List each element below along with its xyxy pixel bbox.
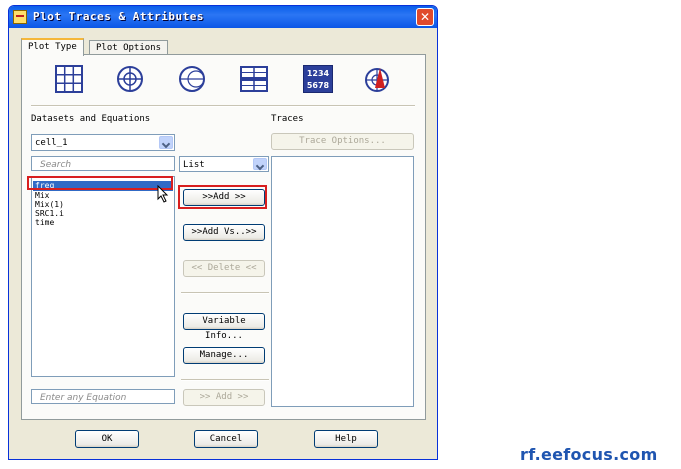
polar-plot-button[interactable] [113, 62, 147, 96]
data-list-icon-line2: 5678 [306, 81, 330, 90]
middle-separator [181, 292, 269, 294]
watermark: rf.eefocus.com [520, 445, 658, 464]
plot-traces-dialog: Plot Traces & Attributes ✕ Plot Type Plo… [8, 5, 438, 460]
data-list-icon: 1234 5678 [303, 65, 333, 93]
list-item-time[interactable]: time [33, 218, 54, 228]
app-icon [13, 10, 27, 24]
smith-chart-button[interactable] [175, 62, 209, 96]
tab-plot-type[interactable]: Plot Type [21, 38, 84, 56]
data-list-button[interactable]: 1234 5678 [301, 62, 335, 96]
equation-separator [181, 379, 269, 381]
equation-input[interactable]: Enter any Equation [31, 389, 175, 404]
equation-placeholder: Enter any Equation [40, 393, 127, 403]
ok-button[interactable]: OK [75, 430, 139, 448]
view-mode-dropdown-icon[interactable] [253, 158, 267, 170]
rectangular-plot-button[interactable] [52, 62, 86, 96]
window-title: Plot Traces & Attributes [33, 10, 204, 23]
polar-plot-icon [117, 66, 143, 92]
search-placeholder: Search [40, 160, 72, 170]
stacked-plot-icon [240, 66, 268, 92]
search-input[interactable]: Search [31, 156, 175, 171]
datasets-heading: Datasets and Equations [31, 114, 151, 124]
dataset-select-value: cell_1 [35, 138, 68, 148]
help-button[interactable]: Help [314, 430, 378, 448]
mouse-cursor-icon [157, 185, 169, 203]
variables-list[interactable]: freq Mix Mix(1) SRC1.i time [31, 176, 175, 377]
close-button[interactable]: ✕ [416, 8, 434, 26]
add-equation-button[interactable]: >> Add >> [183, 389, 265, 406]
delete-button[interactable]: << Delete << [183, 260, 265, 277]
add-vs-button[interactable]: >>Add Vs..>> [183, 224, 265, 241]
dataset-select[interactable]: cell_1 [31, 134, 175, 151]
trace-options-button[interactable]: Trace Options... [271, 133, 414, 150]
add-button-highlight-box [178, 185, 267, 209]
cancel-button[interactable]: Cancel [194, 430, 258, 448]
traces-heading: Traces [271, 114, 304, 124]
dataset-dropdown-icon[interactable] [159, 136, 173, 149]
title-bar[interactable]: Plot Traces & Attributes ✕ [9, 6, 437, 28]
view-mode-value: List [183, 160, 205, 170]
smith-chart-icon [179, 66, 205, 92]
icon-separator [31, 105, 415, 107]
stacked-plot-button[interactable] [237, 62, 271, 96]
traces-list[interactable] [271, 156, 414, 407]
freq-highlight-box [27, 176, 173, 190]
rectangular-plot-icon [55, 65, 83, 93]
data-list-icon-line1: 1234 [306, 69, 330, 78]
variable-info-button[interactable]: Variable Info... [183, 313, 265, 341]
manage-button[interactable]: Manage... [183, 347, 265, 364]
antenna-plot-button[interactable] [361, 62, 395, 96]
view-mode-select[interactable]: List [179, 156, 269, 172]
antenna-plot-icon [365, 68, 389, 92]
